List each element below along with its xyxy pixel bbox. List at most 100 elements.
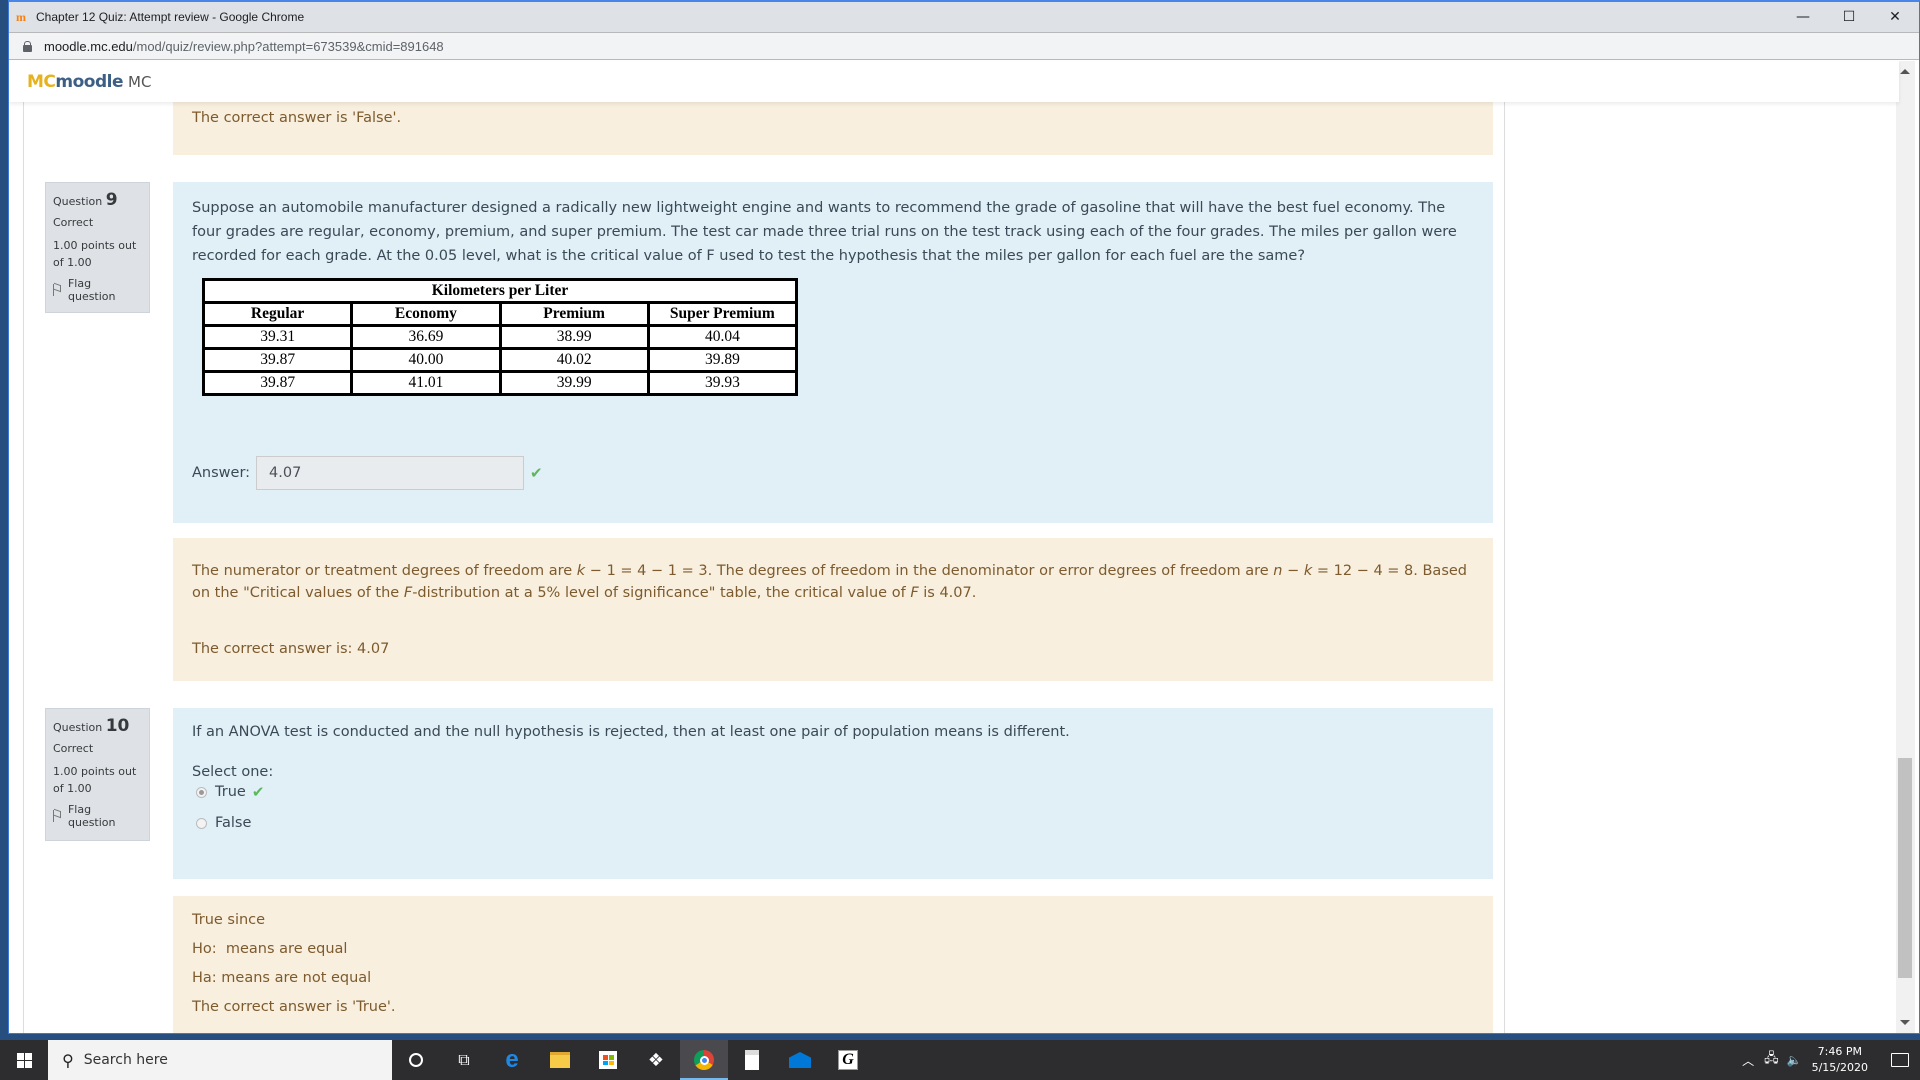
start-button[interactable] [0, 1040, 48, 1080]
feedback-text: -distribution at a 5% level of significa… [412, 585, 911, 601]
flag-question-link[interactable]: Flag question [53, 803, 142, 829]
feedback-line: True since [192, 912, 266, 928]
question-grade: 1.00 points out of 1.00 [53, 765, 137, 795]
table-cell: 36.69 [350, 324, 502, 350]
flag-question-label: Flag question [67, 803, 116, 829]
scroll-thumb[interactable] [1898, 758, 1912, 978]
file-explorer-icon[interactable] [536, 1040, 584, 1080]
question-9-content: Suppose an automobile manufacturer desig… [173, 182, 1493, 523]
feedback-text: The numerator or treatment degrees of fr… [192, 563, 577, 579]
scroll-down-arrow-icon[interactable] [1900, 1020, 1910, 1025]
page-scrollbar[interactable] [1896, 61, 1915, 1033]
notifications-icon[interactable] [1880, 1053, 1920, 1067]
question-number-value: 10 [105, 716, 130, 736]
address-bar[interactable]: moodle.mc.edu/mod/quiz/review.php?attemp… [9, 32, 1919, 60]
taskbar-search[interactable]: ⚲ Search here [48, 1040, 392, 1080]
question-state: Correct [53, 742, 94, 755]
question-number: Question 10 [53, 716, 142, 736]
table-cell: 39.31 [201, 324, 354, 350]
g-app-icon[interactable]: G [824, 1040, 872, 1080]
table-cell: 38.99 [498, 324, 650, 350]
network-icon[interactable]: 🖧 [1764, 1049, 1779, 1071]
chrome-icon[interactable] [680, 1040, 728, 1080]
column-divider-left [23, 102, 24, 1033]
question-10-info: Question 10 Correct 1.00 points out of 1… [45, 708, 150, 841]
question-10-feedback: True since Ho: means are equal Ha: means… [173, 896, 1493, 1033]
flag-question-link[interactable]: Flag question [53, 277, 142, 303]
flag-icon [53, 284, 62, 296]
question-state: Correct [53, 216, 94, 229]
question-text: If an ANOVA test is conducted and the nu… [192, 724, 1070, 740]
windows-taskbar: ⚲ Search here ⧉ e ❖ G ︿ 🖧 🔈 7:46 PM 5/15… [0, 1040, 1920, 1080]
site-name[interactable]: MC [128, 73, 151, 91]
option-true[interactable]: True ✔ [196, 780, 1475, 804]
search-icon: ⚲ [62, 1050, 74, 1070]
table-header: Economy [350, 301, 502, 327]
task-view-icon[interactable]: ⧉ [440, 1040, 488, 1080]
feedback-var: k [1303, 563, 1313, 579]
option-label: False [215, 815, 252, 831]
table-header: Premium [498, 301, 650, 327]
logo-moodle: moodle [55, 71, 124, 92]
dropbox-icon[interactable]: ❖ [632, 1040, 680, 1080]
answer-row: Answer: 4.07 ✔ [192, 456, 1475, 490]
clock[interactable]: 7:46 PM 5/15/2020 [1812, 1044, 1868, 1076]
site-logo[interactable]: MCmoodle [27, 71, 124, 92]
table-cell: 39.89 [646, 347, 799, 373]
clock-date: 5/15/2020 [1811, 1061, 1868, 1074]
table-cell: 39.99 [498, 370, 650, 396]
feedback-text: − [1282, 563, 1304, 579]
radio-true[interactable] [196, 786, 207, 798]
url-path: /mod/quiz/review.php?attempt=673539&cmid… [132, 38, 444, 54]
calculator-icon[interactable] [728, 1040, 776, 1080]
feedback-correct-answer: The correct answer is: 4.07 [192, 641, 390, 657]
question-9-feedback: The numerator or treatment degrees of fr… [173, 538, 1493, 681]
option-false[interactable]: False [196, 811, 1475, 835]
page-content: The correct answer is 'False'. Question … [9, 92, 1877, 1033]
feedback-var: F [403, 585, 413, 601]
show-hidden-icons-chevron-icon[interactable]: ︿ [1742, 1052, 1754, 1069]
cortana-icon[interactable] [392, 1040, 440, 1080]
table-row: 39.87 41.01 39.99 39.93 [201, 370, 799, 396]
table-cell: 40.00 [350, 347, 502, 373]
correct-check-icon: ✔ [530, 464, 543, 482]
table-cell: 39.87 [201, 347, 354, 373]
answer-input[interactable]: 4.07 [256, 456, 525, 490]
feedback-correct-answer: The correct answer is 'True'. [192, 999, 396, 1015]
table-header: Super Premium [646, 301, 799, 327]
volume-icon[interactable]: 🔈 [1787, 1053, 1802, 1067]
table-cell: 39.93 [646, 370, 799, 396]
option-label: True [215, 784, 246, 800]
mail-icon[interactable] [776, 1040, 824, 1080]
window-title: Chapter 12 Quiz: Attempt review - Google… [36, 10, 305, 24]
question-label: Question [53, 721, 103, 734]
prev-correct-answer: The correct answer is 'False'. [192, 110, 402, 126]
feedback-line: Ho: means are equal [192, 941, 348, 957]
question-9-info: Question 9 Correct 1.00 points out of 1.… [45, 182, 150, 313]
search-placeholder: Search here [83, 1052, 168, 1068]
browser-window: m Chapter 12 Quiz: Attempt review - Goog… [8, 0, 1920, 1034]
feedback-var: F [910, 585, 919, 601]
site-header: MCmoodle MC [9, 61, 1899, 102]
maximize-button[interactable]: ☐ [1826, 2, 1872, 32]
url-host: moodle.mc.edu [44, 38, 133, 54]
close-button[interactable]: ✕ [1872, 2, 1918, 32]
radio-false[interactable] [196, 817, 207, 829]
table-header: Regular [201, 301, 354, 327]
clock-time: 7:46 PM [1817, 1045, 1862, 1058]
table-cell: 40.02 [498, 347, 650, 373]
store-icon[interactable] [584, 1040, 632, 1080]
moodle-favicon-icon: m [16, 10, 26, 24]
lock-icon[interactable] [23, 41, 32, 52]
table-title: Kilometers per Liter [202, 278, 798, 304]
edge-icon[interactable]: e [488, 1040, 536, 1080]
scroll-up-arrow-icon[interactable] [1900, 69, 1910, 74]
question-number: Question 9 [53, 190, 142, 210]
feedback-line: Ha: means are not equal [192, 970, 372, 986]
table-cell: 40.04 [646, 324, 799, 350]
feedback-var: k [576, 563, 586, 579]
correct-check-icon: ✔ [251, 783, 265, 801]
table-cell: 41.01 [350, 370, 502, 396]
url-field[interactable]: moodle.mc.edu/mod/quiz/review.php?attemp… [44, 39, 444, 54]
minimize-button[interactable]: — [1780, 2, 1826, 32]
